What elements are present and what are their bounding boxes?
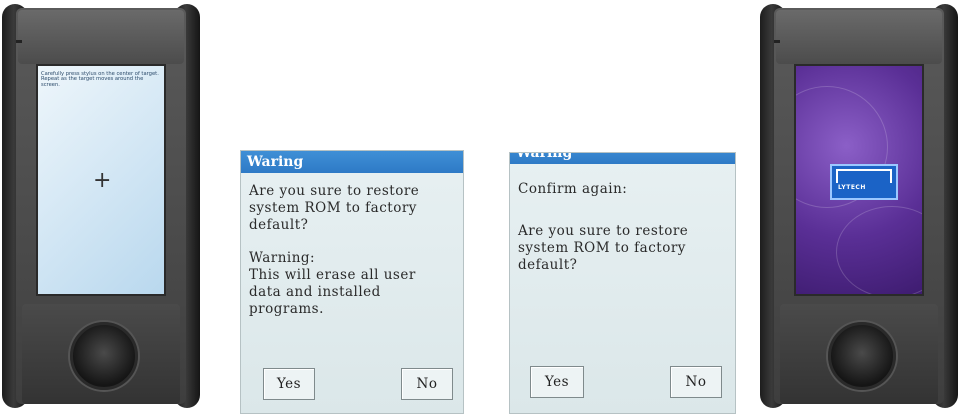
dialog-question: Are you sure to restore system ROM to fa… [518, 223, 689, 273]
status-led [774, 40, 780, 43]
calibration-instruction: Carefully press stylus on the center of … [41, 71, 159, 88]
warning-heading: Warning: [249, 250, 316, 266]
no-button[interactable]: No [401, 368, 453, 400]
dialog-title-bar: Waring [510, 153, 735, 164]
yes-button[interactable]: Yes [530, 366, 584, 398]
logo-mark-icon [836, 169, 892, 183]
confirm-restore-dialog: Waring Confirm again: Are you sure to re… [509, 152, 736, 414]
calibration-screen[interactable]: Carefully press stylus on the center of … [36, 64, 166, 296]
dialog-question: Are you sure to restore system ROM to fa… [249, 183, 420, 233]
brand-logo: LYTECH [830, 164, 898, 200]
handheld-device-splash: LYTECH [760, 4, 958, 408]
fingerprint-button[interactable] [828, 322, 896, 390]
no-button[interactable]: No [670, 366, 722, 398]
logo-wordmark: LYTECH [838, 184, 866, 191]
splash-screen: LYTECH [794, 64, 924, 296]
handheld-device-calibration: Carefully press stylus on the center of … [2, 4, 200, 408]
warning-body: This will erase all user data and instal… [249, 267, 416, 317]
dialog-title-bar: Waring [241, 151, 463, 173]
restore-rom-dialog: Waring Are you sure to restore system RO… [240, 150, 464, 414]
status-led [16, 40, 22, 43]
swirl-decoration [836, 206, 922, 294]
fingerprint-button[interactable] [70, 322, 138, 390]
calibration-target-icon[interactable]: + [93, 170, 111, 192]
device-top-cap [18, 10, 184, 64]
yes-button[interactable]: Yes [263, 368, 315, 400]
confirm-again-label: Confirm again: [518, 181, 628, 197]
device-top-cap [776, 10, 942, 64]
